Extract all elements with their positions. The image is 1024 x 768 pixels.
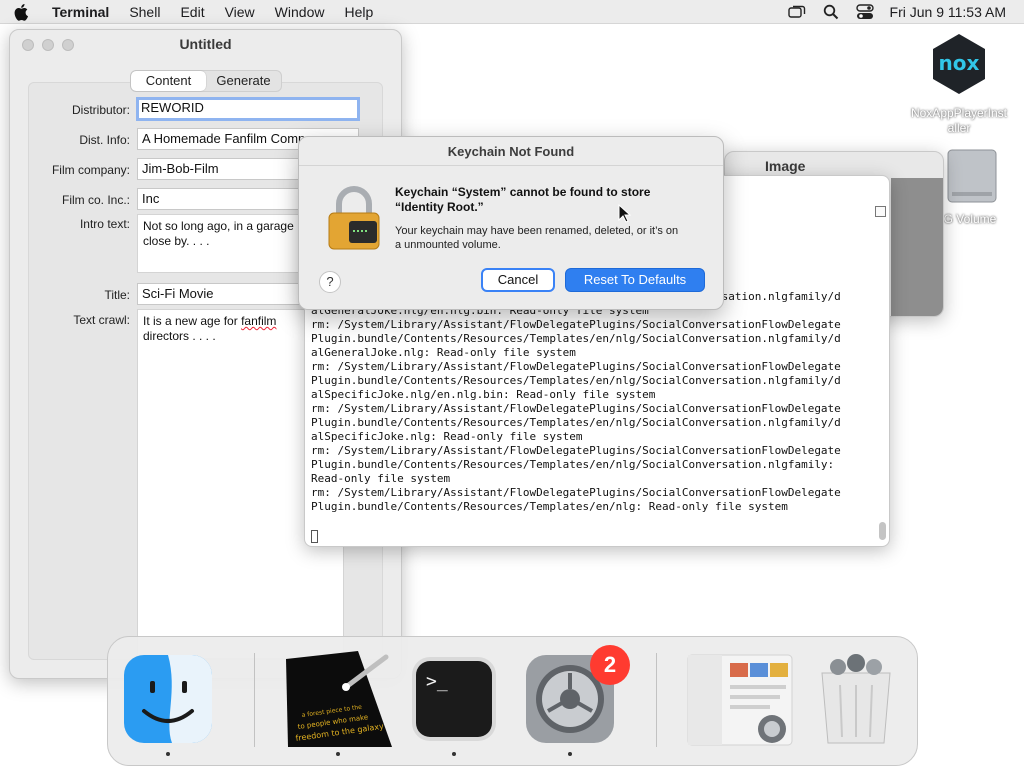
dock-system-settings[interactable]: 2 — [522, 645, 630, 756]
text-crawl-text: It is a new age for — [143, 314, 242, 328]
image-window-title: Image — [765, 158, 806, 174]
terminal-line: rm: /System/Library/Assistant/FlowDelega… — [311, 444, 841, 457]
running-indicator — [452, 752, 456, 756]
alert-heading-line-2: “Identity Root.” — [395, 200, 484, 214]
window-title: Untitled — [179, 36, 232, 52]
text-crawl-app-icon: freedom to the galaxy to people who make… — [286, 651, 392, 747]
terminal-line: Plugin.bundle/Contents/Resources/Templat… — [311, 332, 841, 345]
terminal-icon: >_ — [412, 657, 496, 741]
terminal-prompt: >_ — [426, 671, 448, 692]
disk-volume-icon — [947, 149, 997, 203]
text-crawl-label: Text crawl: — [73, 313, 130, 327]
zoom-button[interactable] — [62, 39, 74, 51]
svg-text:nox: nox — [939, 51, 980, 75]
apple-logo-icon[interactable] — [14, 0, 42, 24]
menu-app-terminal[interactable]: Terminal — [42, 0, 119, 24]
dock-terminal[interactable]: >_ — [406, 651, 502, 756]
terminal-line: Plugin.bundle/Contents/Resources/Templat… — [311, 416, 841, 429]
tab-content[interactable]: Content — [131, 71, 206, 91]
dist-info-label: Dist. Info: — [79, 133, 130, 147]
nox-app-icon: nox — [933, 34, 985, 94]
terminal-cursor — [311, 530, 318, 543]
intro-text-label: Intro text: — [79, 217, 130, 231]
terminal-line: Plugin.bundle/Contents/Resources/Templat… — [311, 458, 835, 471]
desktop-nox-installer[interactable]: nox NoxAppPlayerInst aller — [900, 32, 1018, 136]
running-indicator — [166, 752, 170, 756]
terminal-line: rm: /System/Library/Assistant/FlowDelega… — [311, 360, 841, 373]
keychain-alert-dialog: Keychain Not Found Keychain “System” can… — [298, 136, 724, 310]
menu-window[interactable]: Window — [265, 0, 335, 24]
finder-icon — [124, 655, 212, 743]
window-preview-icon — [687, 654, 793, 746]
menu-clock[interactable]: Fri Jun 9 11:53 AM — [882, 0, 1024, 24]
terminal-line: alGeneralJoke.nlg: Read-only file system — [311, 346, 576, 359]
terminal-line: alSpecificJoke.nlg/en.nlg.bin: Read-only… — [311, 388, 656, 401]
notification-badge: 2 — [590, 645, 630, 685]
nox-installer-label-2: aller — [947, 121, 971, 135]
terminal-line: Plugin.bundle/Contents/Resources/Templat… — [311, 374, 841, 387]
menu-edit[interactable]: Edit — [170, 0, 214, 24]
alert-title: Keychain Not Found — [447, 144, 575, 159]
reset-to-defaults-button[interactable]: Reset To Defaults — [565, 268, 705, 292]
menu-extras: Fri Jun 9 11:53 AM — [780, 0, 1024, 24]
control-center-icon[interactable] — [848, 0, 882, 24]
menu-view[interactable]: View — [215, 0, 265, 24]
tab-generate[interactable]: Generate — [206, 71, 281, 91]
film-company-label: Film company: — [51, 163, 130, 177]
minimize-button[interactable] — [42, 39, 54, 51]
trash-full-icon — [821, 654, 891, 744]
title-label: Title: — [104, 288, 130, 302]
cancel-button[interactable]: Cancel — [481, 268, 555, 292]
alert-message-line-1: Your keychain may have been renamed, del… — [395, 225, 679, 237]
dock-finder[interactable] — [120, 651, 216, 756]
search-icon[interactable] — [814, 0, 848, 24]
menu-shell[interactable]: Shell — [119, 0, 170, 24]
terminal-line: Plugin.bundle/Contents/Resources/Templat… — [311, 500, 788, 513]
dock-separator — [254, 653, 255, 747]
tab-segmented-control: Content Generate — [130, 70, 282, 92]
film-co-inc-label: Film co. Inc.: — [61, 193, 130, 207]
dock-crawl-app[interactable]: freedom to the galaxy to people who make… — [284, 651, 392, 756]
image-preview — [891, 178, 943, 316]
menu-help[interactable]: Help — [334, 0, 383, 24]
alert-message: Your keychain may have been renamed, del… — [395, 224, 710, 252]
misspelled-word: fanfilm — [241, 314, 277, 328]
running-indicator — [568, 752, 572, 756]
dock: freedom to the galaxy to people who make… — [107, 636, 918, 766]
scrollbar-thumb[interactable] — [879, 522, 886, 540]
terminal-scrollbar[interactable] — [878, 206, 886, 544]
screen-mirror-icon[interactable] — [780, 0, 814, 24]
terminal-line: rm: /System/Library/Assistant/FlowDelega… — [311, 318, 841, 331]
window-controls — [22, 39, 74, 51]
nox-installer-label-1: NoxAppPlayerInst — [910, 106, 1008, 120]
close-button[interactable] — [22, 39, 34, 51]
distributor-field[interactable]: REWORID — [136, 97, 360, 121]
dock-trash[interactable] — [808, 651, 904, 747]
alert-separator — [299, 165, 723, 166]
alert-heading: Keychain “System” cannot be found to sto… — [395, 185, 705, 215]
alert-message-line-2: a unmounted volume. — [395, 239, 501, 251]
dock-window-preview[interactable] — [686, 651, 794, 747]
menu-bar: Terminal Shell Edit View Window Help Fri… — [0, 0, 1024, 24]
alert-heading-line-1: Keychain “System” cannot be found to sto… — [395, 185, 651, 199]
terminal-line: rm: /System/Library/Assistant/FlowDelega… — [311, 486, 841, 499]
terminal-line: rm: /System/Library/Assistant/FlowDelega… — [311, 402, 841, 415]
terminal-line: Read-only file system — [311, 472, 451, 485]
mouse-pointer-icon — [618, 204, 632, 223]
distributor-label: Distributor: — [71, 103, 130, 117]
help-button[interactable]: ? — [319, 271, 341, 293]
running-indicator — [336, 752, 340, 756]
untitled-titlebar[interactable]: Untitled — [10, 30, 401, 58]
dock-separator — [656, 653, 657, 747]
padlock-icon — [328, 186, 380, 250]
terminal-line: alSpecificJoke.nlg: Read-only file syste… — [311, 430, 583, 443]
